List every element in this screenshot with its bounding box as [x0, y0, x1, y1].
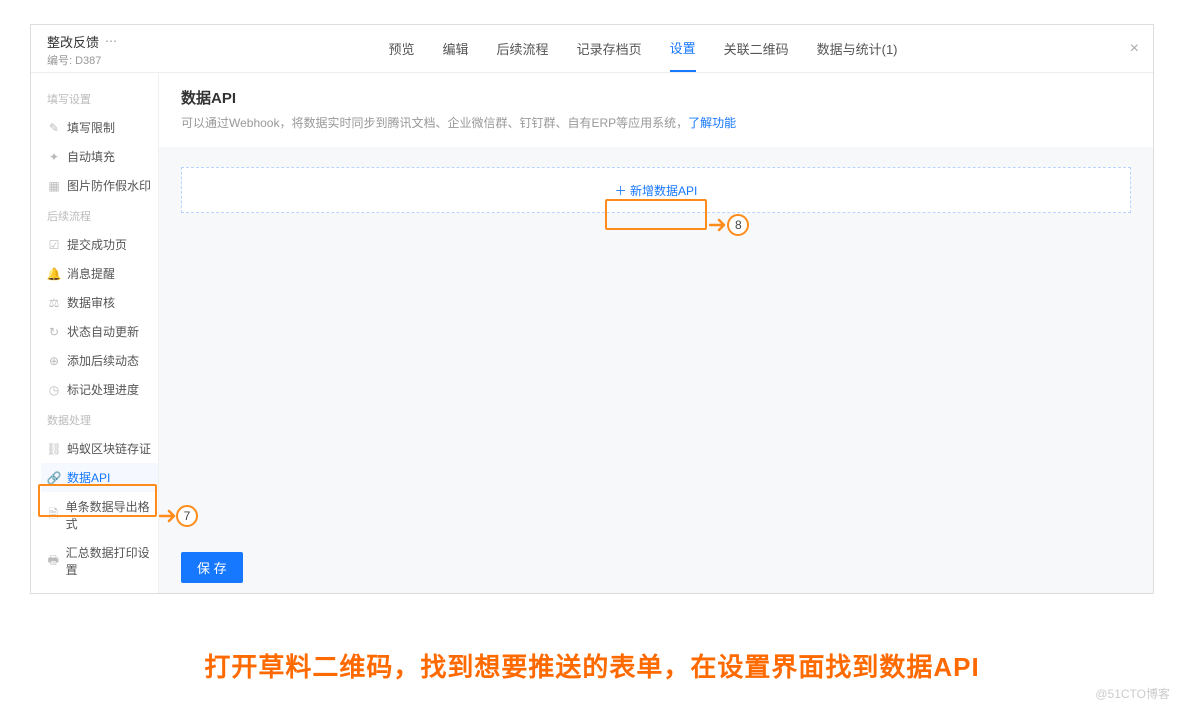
sidebar-item[interactable]: ☑ 提交成功页: [41, 230, 158, 259]
sidebar-item-icon: 🗎: [47, 505, 60, 526]
sidebar-item-label: 数据API: [67, 469, 110, 486]
callout-8-arrow-icon: [709, 218, 729, 232]
sidebar-group-label: 填写设置: [41, 83, 158, 113]
tab-0[interactable]: 预览: [389, 25, 415, 72]
sidebar-item-label: 标记处理进度: [67, 381, 139, 398]
more-icon[interactable]: ⋯: [105, 34, 117, 48]
tab-2[interactable]: 后续流程: [497, 25, 549, 72]
callout-7-number: 7: [176, 505, 198, 527]
save-button[interactable]: 保 存: [181, 552, 243, 583]
sidebar-item[interactable]: ✦ 自动填充: [41, 142, 158, 171]
sidebar-item[interactable]: 🖶 汇总数据打印设置: [41, 538, 158, 584]
sidebar-item[interactable]: ↻ 状态自动更新: [41, 317, 158, 346]
sidebar-item-icon: 🔔: [47, 267, 61, 281]
tab-4[interactable]: 设置: [670, 25, 696, 72]
sidebar-item-label: 单条数据导出格式: [66, 498, 152, 532]
sidebar-item-label: 图片防作假水印: [67, 177, 151, 194]
section-title: 数据API: [181, 87, 1131, 108]
sidebar-item-icon: ✎: [47, 121, 61, 135]
tab-5[interactable]: 关联二维码: [724, 25, 789, 72]
sidebar-item-label: 提交成功页: [67, 236, 127, 253]
sidebar-footer-link[interactable]: 表单场景应用: [41, 584, 158, 593]
sidebar-item-icon: ☑: [47, 238, 61, 252]
sidebar-item-icon: ◷: [47, 383, 61, 397]
sidebar-item-icon: ⚖: [47, 296, 61, 310]
sidebar-item-icon: ▦: [47, 179, 61, 193]
sidebar-item-icon: ↻: [47, 325, 61, 339]
sidebar-item-icon: ⊕: [47, 354, 61, 368]
sidebar-item[interactable]: ⚖ 数据审核: [41, 288, 158, 317]
sidebar-item[interactable]: 🔔 消息提醒: [41, 259, 158, 288]
sidebar-item-label: 自动填充: [67, 148, 115, 165]
page-title: 整改反馈: [47, 32, 99, 51]
sidebar-item[interactable]: ◷ 标记处理进度: [41, 375, 158, 404]
sidebar-item-label: 蚂蚁区块链存证: [67, 440, 151, 457]
sidebar-item-label: 汇总数据打印设置: [66, 544, 152, 578]
tab-1[interactable]: 编辑: [443, 25, 469, 72]
close-icon[interactable]: ×: [1130, 40, 1139, 58]
topbar: 整改反馈 ⋯ 编号: D387 预览编辑后续流程记录存档页设置关联二维码数据与统…: [31, 25, 1153, 73]
sidebar-group-label: 后续流程: [41, 200, 158, 230]
learn-more-link[interactable]: 了解功能: [688, 116, 736, 130]
add-api-dropzone[interactable]: ＋ 新增数据API: [181, 167, 1131, 213]
tab-3[interactable]: 记录存档页: [577, 25, 642, 72]
settings-sidebar: 填写设置 ✎ 填写限制 ✦ 自动填充 ▦ 图片防作假水印后续流程 ☑ 提交成功页 🔔 消息提醒 ⚖ 数据…: [31, 73, 159, 593]
page-subtitle: 编号: D387: [47, 52, 117, 68]
section-desc: 可以通过Webhook，将数据实时同步到腾讯文档、企业微信群、钉钉群、自有ERP…: [181, 114, 1131, 131]
instruction-text: 打开草料二维码，找到想要推送的表单，在设置界面找到数据API: [0, 647, 1184, 684]
sidebar-item-label: 填写限制: [67, 119, 115, 136]
sidebar-item[interactable]: ▦ 图片防作假水印: [41, 171, 158, 200]
sidebar-item-icon: 🖶: [47, 551, 60, 572]
sidebar-item-label: 状态自动更新: [67, 323, 139, 340]
tab-bar: 预览编辑后续流程记录存档页设置关联二维码数据与统计(1): [133, 25, 1153, 72]
add-api-button[interactable]: ＋ 新增数据API: [615, 182, 698, 199]
sidebar-item-icon: ✦: [47, 150, 61, 164]
sidebar-item[interactable]: ✎ 填写限制: [41, 113, 158, 142]
sidebar-item-icon: 🔗: [47, 471, 61, 485]
sidebar-item[interactable]: 🗎 单条数据导出格式: [41, 492, 158, 538]
sidebar-item[interactable]: ⊕ 添加后续动态: [41, 346, 158, 375]
tab-6[interactable]: 数据与统计(1): [817, 25, 898, 72]
watermark-text: @51CTO博客: [1095, 685, 1170, 702]
main-panel: 数据API 可以通过Webhook，将数据实时同步到腾讯文档、企业微信群、钉钉群…: [159, 73, 1153, 593]
sidebar-item-icon: ⛓: [47, 442, 61, 456]
sidebar-item[interactable]: ⛓ 蚂蚁区块链存证: [41, 434, 158, 463]
sidebar-group-label: 数据处理: [41, 404, 158, 434]
sidebar-item-label: 数据审核: [67, 294, 115, 311]
sidebar-item[interactable]: 🔗 数据API: [41, 463, 158, 492]
sidebar-item-label: 消息提醒: [67, 265, 115, 282]
sidebar-item-label: 添加后续动态: [67, 352, 139, 369]
